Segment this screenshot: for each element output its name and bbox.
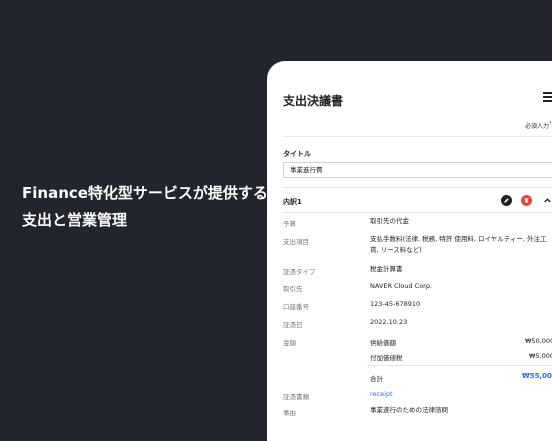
tax-label: 付加価値税 [370,354,403,362]
receipt-link[interactable]: receipt [370,389,550,400]
total-divider [367,365,552,366]
chevron-up-icon[interactable] [543,196,552,205]
tax-value: ₩5,000 [529,352,552,360]
row-key: 証憑タイプ [283,268,316,276]
reason-value: 事業遂行のための法律諮問 [370,406,448,414]
amount-key: 金額 [283,339,296,347]
promo-line-1: Finance特化型サービスが提供する [22,184,268,202]
tablet-screen: 支出決議書 必須入力* タイトル 事業進行費 内訳1 予算 取引先の代金 支出項… [267,61,552,441]
row-key: 口座番号 [283,303,309,311]
row-value: 123-45-678910 [370,300,421,308]
section-title: 内訳1 [283,198,302,206]
edit-button[interactable] [501,195,512,206]
row-value: NAVER Cloud Corp. [370,282,433,290]
row-value: 支払手数料(法律, 税務, 特許 使用料, ロイヤルティー, 外注工賃, リース… [370,235,547,254]
row-value: 2022.10.23 [370,318,408,326]
reason-key: 事由 [283,409,296,417]
pencil-icon [504,198,509,203]
divider [283,212,552,213]
delete-button[interactable] [521,195,532,206]
total-label: 合計 [370,375,383,383]
trash-icon [524,198,529,203]
row-key: 証憑日 [283,321,303,329]
row-value: 取引先の代金 [370,217,409,225]
row-key: 支出項目 [283,238,309,246]
page-title: 支出決議書 [283,94,344,108]
hamburger-menu-icon[interactable] [543,92,552,102]
promo-line-2: 支出と営業管理 [22,211,128,229]
title-field-label: タイトル [283,150,311,158]
supply-value: ₩50,000 [525,337,552,345]
row-value: 税金計算書 [370,265,403,273]
row-key: 取引先 [283,285,303,293]
required-note: 必須入力* [525,121,552,130]
row-key: 予算 [283,220,296,228]
supply-label: 供給価額 [370,339,396,347]
title-input[interactable]: 事業進行費 [283,162,552,178]
total-value: ₩55,000 [522,372,552,380]
divider [283,187,552,188]
promo-text: Finance特化型サービスが提供する 支出と営業管理 [22,180,268,234]
divider [283,136,552,137]
docs-key: 証憑書類 [283,393,309,401]
